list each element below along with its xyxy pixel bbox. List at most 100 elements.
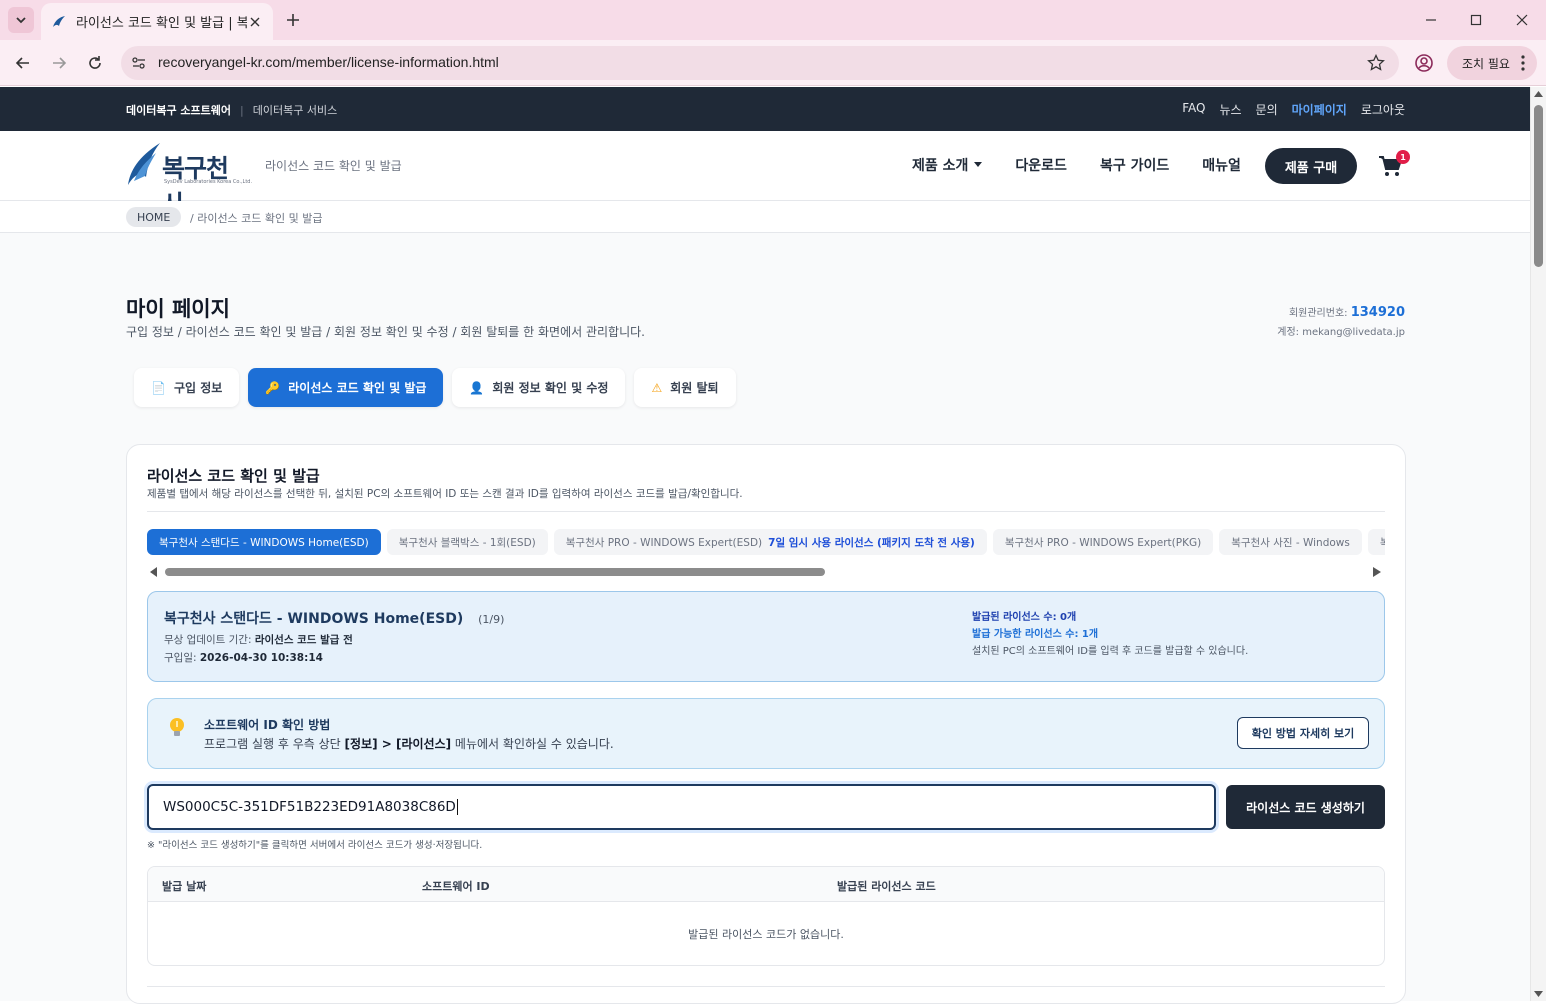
breadcrumb-home[interactable]: HOME [126, 207, 182, 227]
license-index: (1/9) [478, 613, 505, 626]
nav-recovery-guide[interactable]: 복구 가이드 [1100, 155, 1169, 175]
site-top-bar: 데이터복구 소프트웨어 | 데이터복구 서비스 FAQ 뉴스 문의 마이페이지 … [0, 87, 1530, 131]
bookmark-star-icon[interactable] [1367, 54, 1385, 72]
data-recovery-service-link[interactable]: 데이터복구 서비스 [253, 102, 337, 118]
scroll-left-icon[interactable] [150, 567, 158, 577]
column-issue-date: 발급 날짜 [162, 880, 207, 893]
license-card: 라이선스 코드 확인 및 발급 제품별 탭에서 해당 라이선스를 선택한 뒤, … [126, 444, 1406, 1004]
logo-company-name: SysDev Laboratories Korea Co.,Ltd. [164, 179, 253, 185]
nav-products[interactable]: 제품 소개 [912, 155, 983, 175]
temporary-license-note: 7일 임시 사용 라이선스 (패키지 도착 전 사용) [768, 536, 975, 549]
license-card-title: 라이선스 코드 확인 및 발급 [147, 467, 320, 485]
breadcrumb-current: / 라이선스 코드 확인 및 발급 [190, 212, 323, 225]
product-tab-blackbox[interactable]: 복구천사 블랙박스 - 1회(ESD) [386, 529, 548, 555]
product-tab-label: 복구천사 PRO - WINDOWS Expert(ESD) [565, 536, 763, 549]
text-caret [456, 799, 458, 815]
reload-button[interactable] [85, 53, 105, 73]
page-scroll-thumb[interactable] [1534, 105, 1543, 267]
nav-download[interactable]: 다운로드 [1015, 155, 1067, 175]
divider [147, 511, 1385, 512]
browser-tab[interactable]: 라이선스 코드 확인 및 발급 | 복구천사 [41, 3, 273, 40]
maximize-button[interactable] [1466, 10, 1486, 30]
key-icon: 🔑 [265, 380, 281, 395]
user-icon: 👤 [469, 380, 485, 395]
cart-count-badge: 1 [1396, 150, 1410, 164]
scroll-right-icon[interactable] [1373, 567, 1381, 577]
available-license-count: 발급 가능한 라이선스 수: 1개 [972, 629, 1099, 640]
product-tab-pro-expert-pkg[interactable]: 복구천사 PRO - WINDOWS Expert(PKG) [992, 529, 1214, 555]
product-tab-standard-home[interactable]: 복구천사 스탠다드 - WINDOWS Home(ESD) [147, 529, 381, 555]
nav-products-label: 제품 소개 [912, 158, 969, 174]
software-id-input[interactable]: WS000C5C-351DF51B223ED91A8038C86D [147, 784, 1216, 830]
new-tab-button[interactable] [283, 10, 303, 30]
top-link-faq[interactable]: FAQ [1182, 101, 1205, 118]
product-tab-pro-expert-esd[interactable]: 복구천사 PRO - WINDOWS Expert(ESD) 7일 임시 사용 … [553, 529, 987, 555]
angel-wing-logo-icon [128, 143, 160, 185]
tab-member-info[interactable]: 👤 회원 정보 확인 및 수정 [452, 368, 626, 407]
view-guide-button[interactable]: 확인 방법 자세히 보기 [1237, 717, 1369, 749]
issued-license-table: 발급 날짜 소프트웨어 ID 발급된 라이선스 코드 발급된 라이선스 코드가 … [147, 866, 1385, 966]
tab-withdraw[interactable]: ⚠ 회원 탈퇴 [634, 368, 736, 407]
selected-product-name: 복구천사 스탠다드 - WINDOWS Home(ESD) [164, 611, 464, 627]
header-subtitle: 라이선스 코드 확인 및 발급 [265, 159, 402, 173]
divider [147, 986, 1385, 987]
site-logo[interactable]: 복구천사 SysDev Laboratories Korea Co.,Ltd. [126, 139, 252, 219]
site-header: 복구천사 SysDev Laboratories Korea Co.,Ltd. … [0, 131, 1530, 219]
profile-button[interactable] [1414, 53, 1434, 73]
scroll-down-icon[interactable] [1534, 991, 1543, 997]
page-scrollbar[interactable] [1530, 87, 1546, 1001]
buy-product-button[interactable]: 제품 구매 [1265, 148, 1357, 184]
column-software-id: 소프트웨어 ID [422, 880, 490, 893]
back-button[interactable] [13, 53, 33, 73]
tab-license-code[interactable]: 🔑 라이선스 코드 확인 및 발급 [248, 368, 444, 407]
product-tab-strip: 복구천사 스탠다드 - WINDOWS Home(ESD) 복구천사 블랙박스 … [147, 529, 1385, 557]
tab-title: 라이선스 코드 확인 및 발급 | 복구천사 [76, 16, 247, 31]
top-link-contact[interactable]: 문의 [1256, 101, 1278, 118]
main-content: 마이 페이지 구입 정보 / 라이선스 코드 확인 및 발급 / 회원 정보 확… [0, 233, 1530, 1004]
caret-down-icon [974, 162, 983, 167]
tab-license-code-label: 라이선스 코드 확인 및 발급 [288, 381, 427, 395]
page-description: 구입 정보 / 라이선스 코드 확인 및 발급 / 회원 정보 확인 및 수정 … [126, 325, 645, 339]
chevron-down-icon [16, 17, 26, 24]
member-info: 회원관리번호: 134920 계정: mekang@livedata.jp [1277, 304, 1405, 338]
lightbulb-icon [170, 718, 184, 736]
scroll-up-icon[interactable] [1534, 91, 1543, 97]
software-id-value: WS000C5C-351DF51B223ED91A8038C86D [163, 799, 456, 815]
tip-text: 프로그램 실행 후 우측 상단 [정보] > [라이선스] 메뉴에서 확인하실 … [204, 737, 614, 751]
scroll-thumb[interactable] [165, 568, 825, 576]
tab-purchase-info-label: 구입 정보 [173, 381, 223, 395]
divider: | [240, 103, 244, 117]
product-strip-scrollbar[interactable] [147, 565, 1385, 579]
browser-toolbar: recoveryangel-kr.com/member/license-info… [0, 40, 1546, 86]
column-license-code: 발급된 라이선스 코드 [837, 880, 936, 893]
purchase-date-value: 2026-04-30 10:38:14 [199, 652, 323, 664]
tab-withdraw-label: 회원 탈퇴 [670, 381, 719, 395]
page-title: 마이 페이지 [126, 297, 230, 321]
action-required-label: 조치 필요 [1462, 56, 1510, 71]
forward-button[interactable] [49, 53, 69, 73]
tab-search-button[interactable] [8, 7, 34, 33]
top-link-mypage[interactable]: 마이페이지 [1292, 101, 1347, 118]
top-link-logout[interactable]: 로그아웃 [1361, 101, 1405, 118]
address-bar[interactable]: recoveryangel-kr.com/member/license-info… [121, 46, 1399, 80]
nav-manual[interactable]: 매뉴얼 [1202, 155, 1241, 175]
url-text: recoveryangel-kr.com/member/license-info… [158, 54, 499, 70]
document-icon: 📄 [151, 380, 166, 395]
table-header: 발급 날짜 소프트웨어 ID 발급된 라이선스 코드 [148, 867, 1384, 902]
product-tab-photo[interactable]: 복구천사 사진 - Windows [1219, 529, 1362, 555]
tip-title: 소프트웨어 ID 확인 방법 [204, 718, 331, 732]
minimize-button[interactable] [1421, 10, 1441, 30]
site-settings-icon[interactable] [131, 55, 147, 71]
arrow-left-icon [15, 57, 29, 69]
window-close-button[interactable] [1512, 10, 1532, 30]
action-required-button[interactable]: 조치 필요 [1447, 46, 1537, 80]
tab-purchase-info[interactable]: 📄 구입 정보 [134, 368, 240, 407]
data-recovery-software-link[interactable]: 데이터복구 소프트웨어 [126, 102, 231, 118]
minimize-icon [1426, 19, 1436, 21]
generate-license-button[interactable]: 라이선스 코드 생성하기 [1226, 785, 1385, 829]
site-favicon-icon [53, 15, 65, 27]
product-tab-pro-expert[interactable]: 복구천사 PRO - WINDOWS Expert [1367, 529, 1385, 555]
warning-icon: ⚠ [651, 380, 663, 395]
tab-close-icon[interactable] [247, 14, 263, 30]
top-link-news[interactable]: 뉴스 [1219, 101, 1241, 118]
